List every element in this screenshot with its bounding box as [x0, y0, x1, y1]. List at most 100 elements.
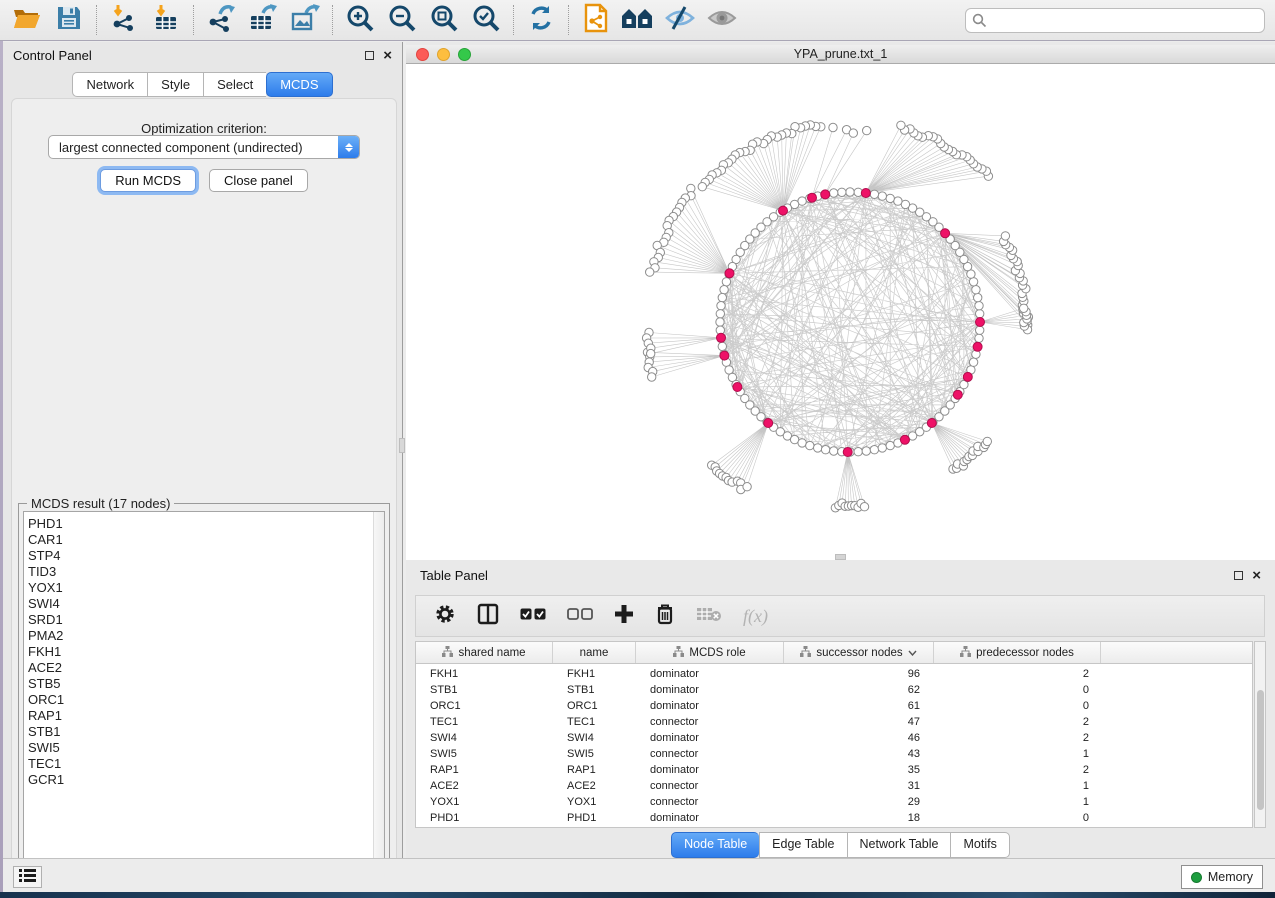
table-row[interactable]: RAP1RAP1dominator352	[416, 762, 1252, 778]
table-scrollbar-thumb[interactable]	[1257, 690, 1264, 810]
mcds-result-item[interactable]: STB1	[24, 724, 384, 740]
network-node[interactable]	[829, 123, 837, 131]
mcds-result-item[interactable]: PMA2	[24, 628, 384, 644]
table-scrollbar[interactable]	[1254, 641, 1266, 828]
network-node[interactable]	[976, 326, 984, 334]
mcds-result-item[interactable]: FKH1	[24, 644, 384, 660]
export-image-button[interactable]	[288, 4, 322, 36]
mcds-result-item[interactable]: TID3	[24, 564, 384, 580]
table-row[interactable]: PHD1PHD1dominator180	[416, 810, 1252, 826]
network-node[interactable]	[814, 444, 822, 452]
network-node[interactable]	[975, 302, 983, 310]
network-node[interactable]	[894, 197, 902, 205]
export-table-button[interactable]	[246, 4, 280, 36]
network-node[interactable]	[646, 268, 654, 276]
network-node[interactable]	[886, 441, 894, 449]
optimization-criterion-dropdown[interactable]: largest connected component (undirected)	[48, 135, 360, 159]
network-node[interactable]	[972, 286, 980, 294]
table-row[interactable]: YOX1YOX1connector291	[416, 794, 1252, 810]
close-panel-icon[interactable]: ×	[383, 51, 392, 60]
float-table-panel-icon[interactable]	[1234, 571, 1243, 580]
mcds-hub-node[interactable]	[941, 229, 950, 238]
network-node[interactable]	[698, 183, 706, 191]
tab-edge-table[interactable]: Edge Table	[759, 832, 846, 858]
network-node[interactable]	[983, 437, 991, 445]
close-table-panel-icon[interactable]: ×	[1252, 571, 1261, 580]
select-all-button[interactable]	[520, 607, 546, 626]
mcds-result-item[interactable]: TEC1	[24, 756, 384, 772]
column-header-MCDS-role[interactable]: MCDS role	[636, 642, 784, 663]
table-row[interactable]: SWI4SWI4dominator462	[416, 730, 1252, 746]
network-node[interactable]	[870, 446, 878, 454]
show-columns-button[interactable]	[477, 603, 499, 630]
network-node[interactable]	[830, 189, 838, 197]
tab-node-table[interactable]: Node Table	[671, 832, 759, 858]
save-session-button[interactable]	[52, 4, 86, 36]
network-node[interactable]	[969, 358, 977, 366]
network-node[interactable]	[974, 293, 982, 301]
add-column-button[interactable]	[614, 604, 634, 629]
float-panel-icon[interactable]	[365, 51, 374, 60]
mcds-result-item[interactable]: PHD1	[24, 516, 384, 532]
tab-network-table[interactable]: Network Table	[847, 832, 951, 858]
network-node[interactable]	[1020, 304, 1028, 312]
network-node[interactable]	[854, 448, 862, 456]
mcds-result-item[interactable]: SWI5	[24, 740, 384, 756]
mcds-result-item[interactable]: ACE2	[24, 660, 384, 676]
import-network-button[interactable]	[107, 4, 141, 36]
zoom-in-button[interactable]	[343, 4, 377, 36]
zoom-out-button[interactable]	[385, 4, 419, 36]
tab-select[interactable]: Select	[203, 72, 266, 97]
network-node[interactable]	[849, 129, 857, 137]
mcds-list-scrollbar[interactable]	[373, 512, 384, 870]
mcds-hub-node[interactable]	[973, 342, 982, 351]
table-options-button[interactable]	[434, 603, 456, 630]
network-window-titlebar[interactable]: YPA_prune.txt_1	[406, 45, 1275, 64]
mcds-result-item[interactable]: SWI4	[24, 596, 384, 612]
mcds-hub-node[interactable]	[963, 372, 972, 381]
tab-mcds[interactable]: MCDS	[266, 72, 332, 97]
network-node[interactable]	[878, 192, 886, 200]
network-node[interactable]	[969, 278, 977, 286]
network-node[interactable]	[870, 190, 878, 198]
network-node[interactable]	[838, 188, 846, 196]
table-row[interactable]: TEC1TEC1connector472	[416, 714, 1252, 730]
zoom-selected-button[interactable]	[469, 4, 503, 36]
network-node[interactable]	[718, 293, 726, 301]
network-node[interactable]	[846, 188, 854, 196]
deselect-all-button[interactable]	[567, 607, 593, 626]
mcds-result-item[interactable]: STP4	[24, 548, 384, 564]
network-node[interactable]	[648, 373, 656, 381]
tab-network[interactable]: Network	[72, 72, 147, 97]
search-input[interactable]	[965, 8, 1265, 33]
mcds-result-item[interactable]: RAP1	[24, 708, 384, 724]
table-row[interactable]: ORC1ORC1dominator610	[416, 698, 1252, 714]
network-node[interactable]	[717, 302, 725, 310]
mcds-hub-node[interactable]	[720, 351, 729, 360]
network-node[interactable]	[862, 447, 870, 455]
column-header-name[interactable]: name	[553, 642, 636, 663]
mcds-result-item[interactable]: YOX1	[24, 580, 384, 596]
overview-button[interactable]	[621, 4, 655, 36]
network-node[interactable]	[743, 483, 751, 491]
mcds-result-list[interactable]: PHD1CAR1STP4TID3YOX1SWI4SRD1PMA2FKH1ACE2…	[23, 511, 385, 871]
network-node[interactable]	[830, 447, 838, 455]
refresh-view-button[interactable]	[524, 4, 558, 36]
mcds-hub-node[interactable]	[764, 419, 773, 428]
network-node[interactable]	[860, 503, 868, 511]
mcds-hub-node[interactable]	[779, 206, 788, 215]
table-row[interactable]: ACE2ACE2connector311	[416, 778, 1252, 794]
mcds-result-item[interactable]: CAR1	[24, 532, 384, 548]
mcds-hub-node[interactable]	[953, 390, 962, 399]
import-table-button[interactable]	[149, 4, 183, 36]
run-mcds-button[interactable]: Run MCDS	[100, 169, 196, 192]
export-network-button[interactable]	[204, 4, 238, 36]
mcds-hub-node[interactable]	[717, 333, 726, 342]
open-file-button[interactable]	[10, 4, 44, 36]
function-builder-button[interactable]: f(x)	[743, 606, 768, 627]
network-node[interactable]	[863, 126, 871, 134]
mcds-result-item[interactable]: SRD1	[24, 612, 384, 628]
memory-button[interactable]: Memory	[1181, 865, 1263, 889]
mcds-result-item[interactable]: STB5	[24, 676, 384, 692]
mcds-result-item[interactable]: ORC1	[24, 692, 384, 708]
